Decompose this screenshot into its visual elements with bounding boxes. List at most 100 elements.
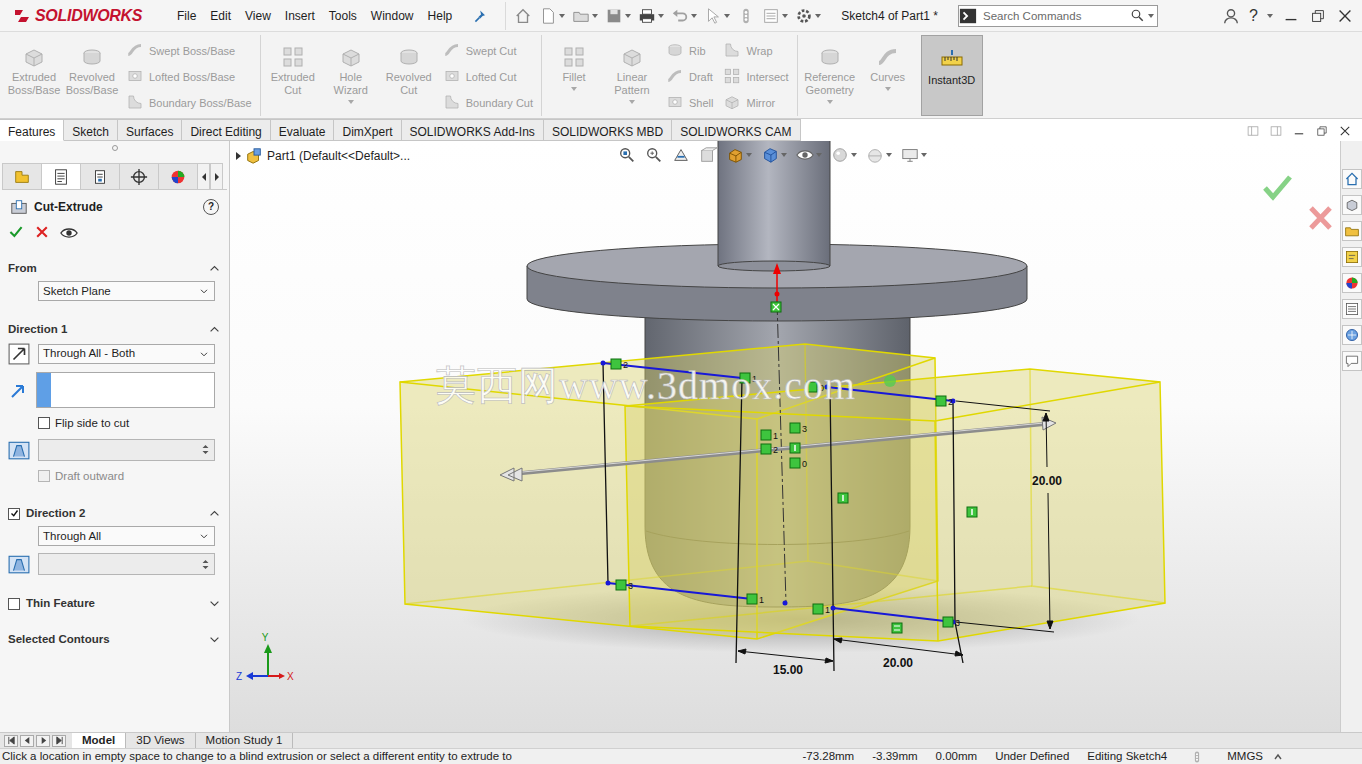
command-tab[interactable]: Features bbox=[0, 119, 64, 141]
hud-button[interactable] bbox=[796, 146, 822, 164]
relation-marker[interactable] bbox=[790, 458, 800, 468]
relation-marker[interactable] bbox=[790, 423, 800, 433]
app-logo[interactable]: SOLIDWORKS bbox=[0, 4, 170, 28]
relation-marker[interactable] bbox=[936, 396, 946, 406]
menu-item[interactable]: Help bbox=[421, 5, 460, 27]
tile-left-icon[interactable] bbox=[1246, 124, 1260, 138]
help-button[interactable]: ? bbox=[1249, 8, 1258, 24]
direction-selection-box[interactable] bbox=[36, 372, 215, 408]
panel-tab[interactable] bbox=[158, 163, 198, 189]
dropdown-arrow-icon[interactable] bbox=[592, 14, 598, 18]
chevron-icon[interactable] bbox=[208, 633, 221, 646]
panel-handle[interactable] bbox=[0, 141, 229, 155]
first-tab-icon[interactable] bbox=[7, 736, 16, 745]
task-pane-tab[interactable] bbox=[1342, 273, 1362, 293]
dimension-value[interactable]: 15.00 bbox=[773, 663, 803, 677]
restore-icon[interactable] bbox=[1309, 7, 1327, 25]
relation-marker[interactable] bbox=[761, 444, 771, 454]
relation-label[interactable]: 3 bbox=[628, 581, 633, 591]
relation-marker[interactable] bbox=[747, 594, 757, 604]
search-input[interactable] bbox=[980, 6, 1127, 26]
close-icon[interactable] bbox=[1336, 7, 1354, 25]
print-icon[interactable] bbox=[638, 7, 656, 25]
task-pane-tab[interactable] bbox=[1342, 351, 1362, 371]
section-header[interactable]: Direction 1 bbox=[0, 307, 229, 342]
nav-button[interactable] bbox=[52, 735, 66, 747]
hud-button[interactable] bbox=[831, 146, 857, 164]
options-icon[interactable] bbox=[795, 7, 813, 25]
relation-label[interactable]: 3 bbox=[955, 618, 960, 628]
toolbar-button[interactable] bbox=[539, 7, 565, 25]
model-tab[interactable]: 3D Views bbox=[126, 733, 195, 748]
dropdown-arrow-icon[interactable] bbox=[571, 87, 577, 91]
cancel-icon[interactable] bbox=[34, 224, 50, 240]
scroll-left-button[interactable] bbox=[197, 163, 210, 189]
view-settings-icon[interactable] bbox=[901, 146, 919, 164]
units-menu-icon[interactable] bbox=[1272, 751, 1284, 763]
dropdown-arrow-icon[interactable] bbox=[625, 14, 631, 18]
task-pane-tab[interactable] bbox=[1342, 195, 1362, 215]
dropdown-arrow-icon[interactable] bbox=[198, 348, 210, 360]
shaft[interactable] bbox=[718, 141, 830, 266]
toolbar-button[interactable] bbox=[762, 7, 788, 25]
open-icon[interactable] bbox=[572, 7, 590, 25]
select-icon[interactable] bbox=[704, 7, 722, 25]
display-style-icon[interactable] bbox=[761, 146, 779, 164]
flip-checkbox[interactable]: Flip side to cut bbox=[38, 415, 129, 432]
relation-label[interactable]: 1 bbox=[773, 431, 778, 441]
ok-icon[interactable] bbox=[8, 224, 24, 240]
menu-item[interactable]: View bbox=[238, 5, 278, 27]
dropdown-arrow-icon[interactable] bbox=[1267, 14, 1273, 18]
dimension-lines[interactable] bbox=[738, 401, 1054, 663]
dropdown-arrow-icon[interactable] bbox=[851, 153, 857, 157]
model-tab[interactable]: Motion Study 1 bbox=[196, 733, 294, 748]
minimize-icon[interactable] bbox=[1292, 124, 1306, 138]
direction-arrow-icon[interactable] bbox=[773, 263, 781, 274]
dropdown-arrow-icon[interactable] bbox=[559, 14, 565, 18]
dropdown-arrow-icon[interactable] bbox=[816, 153, 822, 157]
start-condition-select[interactable]: Sketch Plane bbox=[38, 281, 215, 301]
nav-button[interactable] bbox=[20, 735, 34, 747]
view-orientation-icon[interactable] bbox=[726, 146, 744, 164]
relation-label[interactable]: 3 bbox=[802, 424, 807, 434]
section-checkbox[interactable] bbox=[8, 508, 20, 520]
end-condition-select[interactable]: Through All bbox=[38, 526, 215, 546]
relation-label[interactable]: 1 bbox=[825, 605, 830, 615]
section-view-icon[interactable] bbox=[699, 146, 717, 164]
menu-item[interactable]: Tools bbox=[322, 5, 364, 27]
dropdown-arrow-icon[interactable] bbox=[198, 285, 210, 297]
toolbar-button[interactable] bbox=[671, 7, 697, 25]
relation-marker[interactable] bbox=[813, 604, 823, 614]
chevron-icon[interactable] bbox=[208, 262, 221, 275]
confirm-cancel-icon[interactable] bbox=[1311, 208, 1330, 228]
magnifier-icon[interactable] bbox=[1130, 8, 1145, 23]
chevron-icon[interactable] bbox=[208, 597, 221, 610]
toolbar-button[interactable] bbox=[795, 7, 821, 25]
confirm-ok-icon[interactable] bbox=[1265, 177, 1290, 197]
file-properties-icon[interactable] bbox=[762, 7, 780, 25]
relation-marker[interactable] bbox=[761, 430, 771, 440]
restore-icon[interactable] bbox=[1315, 124, 1329, 138]
chevron-icon[interactable] bbox=[208, 323, 221, 336]
toolbar-button[interactable] bbox=[638, 7, 664, 25]
extrude-axis[interactable] bbox=[500, 417, 1056, 481]
menu-item[interactable]: File bbox=[170, 5, 203, 27]
task-pane-tab[interactable] bbox=[1342, 247, 1362, 267]
axis-label[interactable]: Y bbox=[262, 632, 269, 643]
command-tab[interactable]: SOLIDWORKS Add-Ins bbox=[402, 119, 544, 141]
toolbar-button[interactable] bbox=[704, 7, 730, 25]
dropdown-arrow-icon[interactable] bbox=[782, 14, 788, 18]
command-tab[interactable]: SOLIDWORKS CAM bbox=[672, 119, 800, 141]
zoom-area-icon[interactable] bbox=[645, 146, 663, 164]
watermark[interactable]: 莫西网www.3dmox.com bbox=[436, 363, 856, 408]
selection-input[interactable] bbox=[51, 373, 214, 407]
dropdown-arrow-icon[interactable] bbox=[781, 153, 787, 157]
dropdown-arrow-icon[interactable] bbox=[691, 14, 697, 18]
model-tab[interactable]: Model bbox=[72, 733, 126, 748]
dropdown-arrow-icon[interactable] bbox=[658, 14, 664, 18]
panel-tab[interactable] bbox=[80, 163, 120, 189]
section-header[interactable]: From bbox=[0, 246, 229, 281]
nav-button[interactable] bbox=[4, 735, 18, 747]
section-checkbox[interactable] bbox=[8, 598, 20, 610]
relation-label[interactable]: 1 bbox=[759, 595, 764, 605]
